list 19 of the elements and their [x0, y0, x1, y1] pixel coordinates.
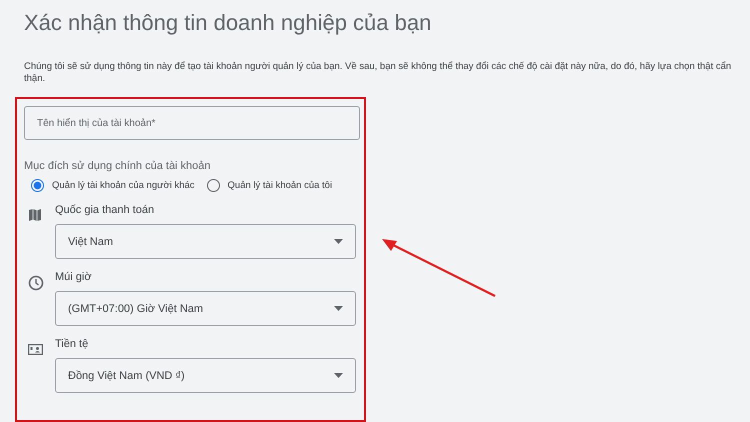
field-label: Múi giờ: [55, 271, 93, 285]
map-icon: [28, 208, 42, 222]
radio-option[interactable]: Quản lý tài khoản của người khác: [31, 179, 195, 192]
radio-icon[interactable]: [31, 179, 44, 192]
radio-icon[interactable]: [206, 179, 220, 192]
radio-option[interactable]: Quản lý tài khoản của tôi: [206, 179, 332, 192]
dropdown-field[interactable]: Việt Nam: [55, 224, 356, 259]
dropdown-caret-icon: [334, 373, 343, 378]
description-text: Chúng tôi sẽ sử dụng thông tin này để tạo tài khoản người quản lý của bạn. Về sau, bạn sẽ không thể thay đổi các chế độ cài đặt này nữa, do đó, hãy lựa chọn thật cẩn thận.: [24, 61, 732, 85]
dropdown-field[interactable]: (GMT+07:00) Giờ Việt Nam: [55, 291, 356, 326]
purpose-label: Mục đích sử dụng chính của tài khoản: [24, 160, 212, 172]
clock-icon: [28, 275, 44, 291]
dropdown-caret-icon: [334, 306, 343, 311]
account-name-field[interactable]: Tên hiển thị của tài khoản*: [24, 106, 360, 140]
field-label: Tiền tệ: [55, 338, 90, 352]
dropdown-caret-icon: [334, 239, 343, 244]
dropdown-field[interactable]: Đồng Việt Nam (VND ₫): [55, 358, 356, 393]
field-label: Quốc gia thanh toán: [55, 204, 156, 218]
page-title: Xác nhận thông tin doanh nghiệp của bạn: [24, 9, 432, 36]
